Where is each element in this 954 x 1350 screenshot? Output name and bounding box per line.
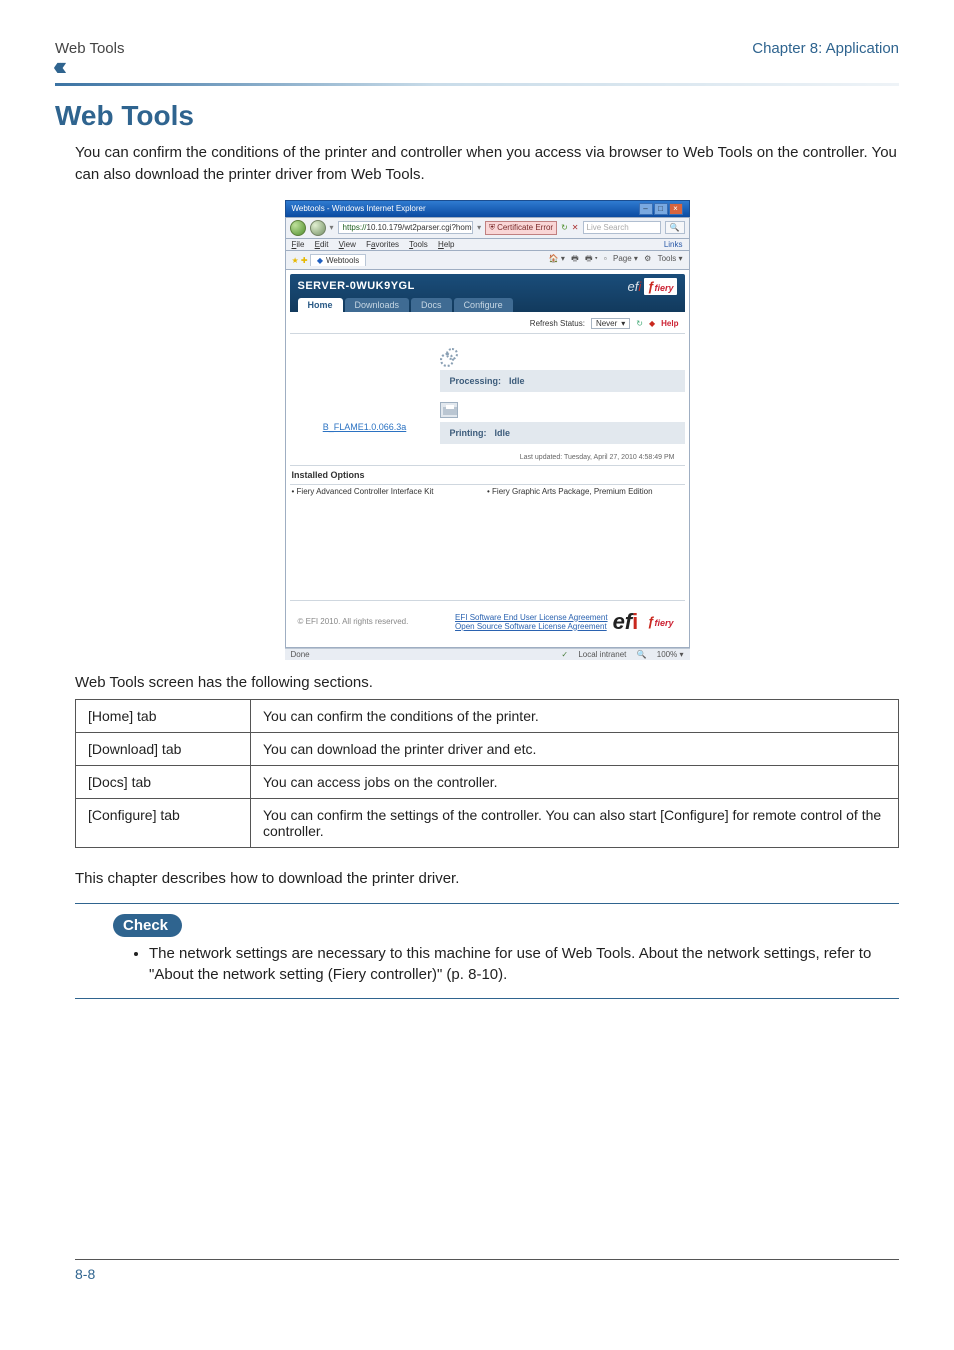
last-updated: Last updated: Tuesday, April 27, 2010 4:… xyxy=(440,454,685,461)
webtools-header: SERVER-0WUK9YGL efi ƒfiery Home Download… xyxy=(290,274,685,312)
table-row: [Home] tab You can confirm the condition… xyxy=(76,699,899,732)
menu-file[interactable]: File xyxy=(292,240,305,249)
search-button[interactable]: 🔍 xyxy=(665,221,685,234)
tab-downloads[interactable]: Downloads xyxy=(345,298,410,312)
tab-docs[interactable]: Docs xyxy=(411,298,452,312)
forward-button[interactable] xyxy=(310,220,326,236)
menu-help[interactable]: Help xyxy=(438,240,454,249)
menu-view[interactable]: View xyxy=(339,240,356,249)
window-titlebar: Webtools - Windows Internet Explorer –□× xyxy=(285,200,690,217)
feed-icon[interactable]: 🖶 xyxy=(571,254,579,263)
installed-option-1: • Fiery Advanced Controller Interface Ki… xyxy=(292,487,488,496)
webtools-screenshot: Webtools - Windows Internet Explorer –□×… xyxy=(285,200,690,660)
refresh-select[interactable]: Never▾ xyxy=(591,318,630,329)
search-field[interactable]: Live Search xyxy=(583,221,661,234)
refresh-icon[interactable]: ↻ xyxy=(561,223,568,232)
favorites-icon[interactable]: ★ xyxy=(292,256,299,265)
home-icon[interactable]: 🏠 ▾ xyxy=(549,254,565,263)
installed-option-2: • Fiery Graphic Arts Package, Premium Ed… xyxy=(487,487,683,496)
webtools-app: SERVER-0WUK9YGL efi ƒfiery Home Download… xyxy=(285,270,690,648)
check-label: Check xyxy=(113,914,182,937)
minimize-button[interactable]: – xyxy=(639,203,653,215)
copyright: © EFI 2010. All rights reserved. xyxy=(298,617,456,626)
certificate-error[interactable]: ⛨ Certificate Error xyxy=(485,221,557,235)
processing-icon xyxy=(440,348,458,366)
menu-edit[interactable]: Edit xyxy=(315,240,329,249)
window-buttons[interactable]: –□× xyxy=(638,203,683,215)
running-head-left: Web Tools xyxy=(55,40,125,57)
heading-rule xyxy=(55,83,899,86)
back-button[interactable] xyxy=(290,220,306,236)
installed-options-header: Installed Options xyxy=(290,465,685,485)
table-row: [Configure] tab You can confirm the sett… xyxy=(76,798,899,847)
table-cell: You can confirm the settings of the cont… xyxy=(251,798,899,847)
table-cell: [Download] tab xyxy=(76,732,251,765)
printer-illustration xyxy=(325,346,405,416)
firmware-link[interactable]: B_FLAME1.0.066.3a xyxy=(290,422,440,432)
printing-status: Printing: Idle xyxy=(440,422,685,444)
tools-menu[interactable]: ⚙ Tools ▾ xyxy=(644,254,682,263)
table-cell: [Configure] tab xyxy=(76,798,251,847)
url-text: 10.10.179/wt2parser.cgi?home_en xyxy=(367,223,474,232)
url-field[interactable]: https://10.10.179/wt2parser.cgi?home_en xyxy=(338,221,474,234)
footer-rule xyxy=(75,1259,899,1260)
table-cell: You can confirm the conditions of the pr… xyxy=(251,699,899,732)
fiery-badge-large-icon: ƒfiery xyxy=(644,613,676,630)
chapter-note: This chapter describes how to download t… xyxy=(75,870,899,887)
table-cell: You can download the printer driver and … xyxy=(251,732,899,765)
section-heading: Web Tools xyxy=(55,100,899,132)
links-label[interactable]: Links xyxy=(664,240,683,249)
tab-configure[interactable]: Configure xyxy=(454,298,513,312)
tab-icon: ◆ xyxy=(317,256,323,265)
intranet-icon: ✓ xyxy=(561,650,568,659)
page-menu[interactable]: ▫ Page ▾ xyxy=(604,254,638,263)
print-icon[interactable]: 🖶 ▾ xyxy=(585,254,598,263)
page-number: 8-8 xyxy=(75,1266,899,1282)
eula-link-2[interactable]: Open Source Software License Agreement xyxy=(455,622,613,631)
nav-arrows: ‹‹‹ xyxy=(55,59,899,77)
maximize-button[interactable]: □ xyxy=(654,203,668,215)
efi-logo-icon: efi xyxy=(628,279,642,294)
add-favorite-icon[interactable]: ✚ xyxy=(301,256,308,265)
address-bar: ▾ https://10.10.179/wt2parser.cgi?home_e… xyxy=(285,217,690,238)
chevron-down-icon: ▾ xyxy=(621,319,625,328)
refresh-label: Refresh Status: xyxy=(530,319,585,328)
running-head-right: Chapter 8: Application xyxy=(752,40,899,57)
tab-home[interactable]: Home xyxy=(298,298,343,312)
intro-paragraph: You can confirm the conditions of the pr… xyxy=(75,142,899,186)
table-cell: [Home] tab xyxy=(76,699,251,732)
tab-bar: ★ ✚ ◆ Webtools 🏠 ▾ 🖶 🖶 ▾ ▫ Page ▾ ⚙ Tool… xyxy=(285,250,690,270)
sections-table: [Home] tab You can confirm the condition… xyxy=(75,699,899,848)
ie-status-bar: Done ✓ Local intranet 🔍 100% ▾ xyxy=(285,648,690,660)
check-bullet: The network settings are necessary to th… xyxy=(149,943,893,987)
shield-icon: ⛨ xyxy=(489,223,495,233)
dropdown-icon[interactable]: ▾ xyxy=(330,223,334,232)
menu-bar: File Edit View Favorites Tools Help Link… xyxy=(285,238,690,250)
check-callout: Check The network settings are necessary… xyxy=(75,903,899,1000)
stop-icon[interactable]: ✕ xyxy=(572,223,579,232)
fiery-badge-icon: ƒfiery xyxy=(644,278,676,295)
zoom-level[interactable]: 🔍 100% ▾ xyxy=(637,650,684,659)
menu-favorites[interactable]: Favorites xyxy=(366,240,399,249)
https-prefix: https:// xyxy=(343,223,367,232)
status-done: Done xyxy=(291,650,310,659)
table-lead-text: Web Tools screen has the following secti… xyxy=(75,674,899,691)
efi-logo-large-icon: efi xyxy=(613,609,639,635)
table-cell: You can access jobs on the controller. xyxy=(251,765,899,798)
help-arrow-icon: ◆ xyxy=(649,319,655,328)
help-link[interactable]: Help xyxy=(661,319,678,328)
table-row: [Download] tab You can download the prin… xyxy=(76,732,899,765)
menu-tools[interactable]: Tools xyxy=(409,240,428,249)
server-name: SERVER-0WUK9YGL xyxy=(298,280,677,292)
refresh-now-icon[interactable]: ↻ xyxy=(636,319,643,328)
eula-link-1[interactable]: EFI Software End User License Agreement xyxy=(455,613,613,622)
window-title: Webtools - Windows Internet Explorer xyxy=(292,204,426,213)
table-cell: [Docs] tab xyxy=(76,765,251,798)
browser-tab[interactable]: ◆ Webtools xyxy=(310,254,366,266)
close-button[interactable]: × xyxy=(669,203,683,215)
table-row: [Docs] tab You can access jobs on the co… xyxy=(76,765,899,798)
processing-status: Processing: Idle xyxy=(440,370,685,392)
printing-icon xyxy=(440,402,458,418)
